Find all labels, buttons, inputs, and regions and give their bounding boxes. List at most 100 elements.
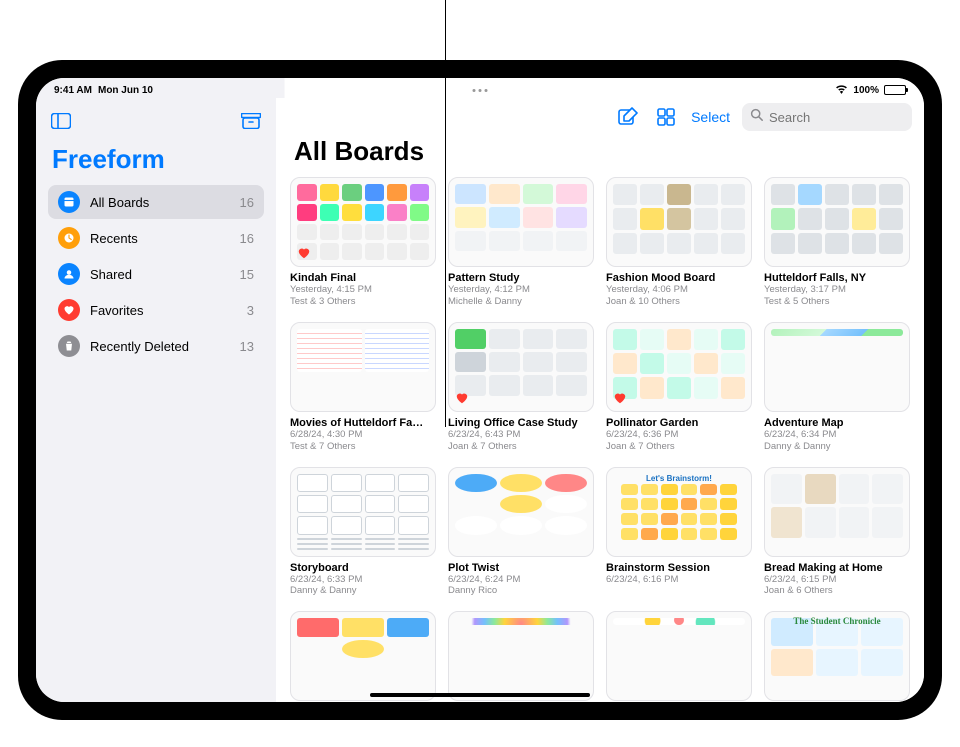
- status-date: Mon Jun 10: [98, 85, 153, 96]
- sidebar-item-count: 16: [240, 195, 254, 210]
- board-thumbnail: [290, 322, 436, 412]
- board-title: Storyboard: [290, 562, 436, 574]
- board-card[interactable]: Movies of Hutteldorf Fa…6/28/24, 4:30 PM…: [290, 322, 436, 453]
- sidebar-item-count: 16: [240, 231, 254, 246]
- board-title: Plot Twist: [448, 562, 594, 574]
- board-date: 6/23/24, 6:16 PM: [606, 574, 752, 586]
- board-date: 6/23/24, 6:15 PM: [764, 574, 910, 586]
- board-thumbnail: [448, 611, 594, 701]
- board-card[interactable]: Kindah FinalYesterday, 4:15 PMTest & 3 O…: [290, 177, 436, 308]
- sidebar-item-recents[interactable]: Recents 16: [48, 221, 264, 255]
- sidebar-item-favorites[interactable]: Favorites3: [48, 293, 264, 327]
- board-date: Yesterday, 3:17 PM: [764, 284, 910, 296]
- sidebar-item-label: All Boards: [90, 195, 230, 210]
- ipad-device-frame: 9:41 AM Mon Jun 10 100%: [18, 60, 942, 720]
- status-bar: 9:41 AM Mon Jun 10 100%: [36, 78, 924, 98]
- thumb-overlay-text: Let's Brainstorm!: [607, 474, 751, 483]
- board-card[interactable]: Bread Making at Home6/23/24, 6:15 PMJoan…: [764, 467, 910, 598]
- heart-icon: [58, 299, 80, 321]
- board-thumbnail: [764, 322, 910, 412]
- sidebar-item-label: Recents: [90, 231, 230, 246]
- board-card[interactable]: [290, 611, 436, 701]
- board-thumbnail: [448, 177, 594, 267]
- board-title: Hutteldorf Falls, NY: [764, 272, 910, 284]
- board-title: Bread Making at Home: [764, 562, 910, 574]
- sidebar: Freeform All Boards 16 Recents 16 Shared 15 Fa…: [36, 98, 276, 702]
- sidebar-item-count: 13: [240, 339, 254, 354]
- people-icon: [58, 263, 80, 285]
- board-card[interactable]: Let's Brainstorm!Brainstorm Session6/23/…: [606, 467, 752, 598]
- sidebar-item-recently-deleted[interactable]: Recently Deleted 13: [48, 329, 264, 363]
- board-card[interactable]: The Student Chronicle: [764, 611, 910, 701]
- board-thumbnail: [448, 322, 594, 412]
- sidebar-item-label: Favorites: [90, 303, 237, 318]
- board-thumbnail: Let's Brainstorm!: [606, 467, 752, 557]
- board-card[interactable]: Adventure Map6/23/24, 6:34 PMDanny & Dan…: [764, 322, 910, 453]
- board-date: 6/28/24, 4:30 PM: [290, 429, 436, 441]
- board-thumbnail: [448, 467, 594, 557]
- thumb-overlay-text: The Student Chronicle: [765, 616, 909, 626]
- boards-scroll[interactable]: Kindah FinalYesterday, 4:15 PMTest & 3 O…: [276, 177, 924, 702]
- board-title: Fashion Mood Board: [606, 272, 752, 284]
- board-date: 6/23/24, 6:33 PM: [290, 574, 436, 586]
- board-collaborators: Test & 3 Others: [290, 296, 436, 308]
- board-card[interactable]: Fashion Mood BoardYesterday, 4:06 PMJoan…: [606, 177, 752, 308]
- board-card[interactable]: Living Office Case Study6/23/24, 6:43 PM…: [448, 322, 594, 453]
- board-card[interactable]: Storyboard6/23/24, 6:33 PMDanny & Danny: [290, 467, 436, 598]
- board-card[interactable]: Pollinator Garden6/23/24, 6:36 PMJoan & …: [606, 322, 752, 453]
- select-button[interactable]: Select: [691, 109, 730, 125]
- sidebar-item-label: Shared: [90, 267, 230, 282]
- sidebar-item-shared[interactable]: Shared 15: [48, 257, 264, 291]
- board-collaborators: Test & 7 Others: [290, 441, 436, 453]
- multitask-dots[interactable]: [473, 89, 488, 92]
- sidebar-item-label: Recently Deleted: [90, 339, 230, 354]
- board-date: Yesterday, 4:06 PM: [606, 284, 752, 296]
- board-date: 6/23/24, 6:34 PM: [764, 429, 910, 441]
- board-thumbnail: [764, 177, 910, 267]
- board-card[interactable]: Hutteldorf Falls, NYYesterday, 3:17 PMTe…: [764, 177, 910, 308]
- board-thumbnail: The Student Chronicle: [764, 611, 910, 701]
- archive-button[interactable]: [238, 108, 264, 134]
- board-thumbnail: [290, 467, 436, 557]
- board-card[interactable]: [606, 611, 752, 701]
- screen: 9:41 AM Mon Jun 10 100%: [36, 78, 924, 702]
- board-card[interactable]: Pattern StudyYesterday, 4:12 PMMichelle …: [448, 177, 594, 308]
- board-collaborators: Test & 5 Others: [764, 296, 910, 308]
- board-collaborators: Joan & 6 Others: [764, 585, 910, 597]
- view-options-button[interactable]: [653, 104, 679, 130]
- board-collaborators: Joan & 10 Others: [606, 296, 752, 308]
- board-card[interactable]: [448, 611, 594, 701]
- board-collaborators: Michelle & Danny: [448, 296, 594, 308]
- board-title: Pollinator Garden: [606, 417, 752, 429]
- trash-icon: [58, 335, 80, 357]
- board-title: Movies of Hutteldorf Fa…: [290, 417, 436, 429]
- toggle-sidebar-button[interactable]: [48, 108, 74, 134]
- favorite-heart-icon: [297, 246, 311, 260]
- home-indicator[interactable]: [370, 693, 590, 697]
- search-input[interactable]: [769, 110, 924, 125]
- sidebar-item-all-boards[interactable]: All Boards 16: [48, 185, 264, 219]
- favorite-heart-icon: [455, 391, 469, 405]
- board-date: Yesterday, 4:12 PM: [448, 284, 594, 296]
- status-time: 9:41 AM: [54, 85, 92, 96]
- board-thumbnail: [606, 322, 752, 412]
- battery-icon: [884, 85, 906, 95]
- board-thumbnail: [606, 611, 752, 701]
- new-board-button[interactable]: [615, 104, 641, 130]
- board-card[interactable]: Plot Twist6/23/24, 6:24 PMDanny Rico: [448, 467, 594, 598]
- board-title: Living Office Case Study: [448, 417, 594, 429]
- board-collaborators: Joan & 7 Others: [606, 441, 752, 453]
- search-field[interactable]: [742, 103, 912, 131]
- main-content: Select All Boards Kindah FinalYesterday,…: [276, 98, 924, 702]
- callout-line: [445, 0, 446, 427]
- page-title: All Boards: [276, 136, 924, 177]
- clock-icon: [58, 227, 80, 249]
- app-title: Freeform: [52, 144, 260, 175]
- board-date: Yesterday, 4:15 PM: [290, 284, 436, 296]
- board-title: Kindah Final: [290, 272, 436, 284]
- board-thumbnail: [290, 177, 436, 267]
- board-date: 6/23/24, 6:36 PM: [606, 429, 752, 441]
- sidebar-item-count: 15: [240, 267, 254, 282]
- battery-pct: 100%: [853, 85, 879, 96]
- board-thumbnail: [606, 177, 752, 267]
